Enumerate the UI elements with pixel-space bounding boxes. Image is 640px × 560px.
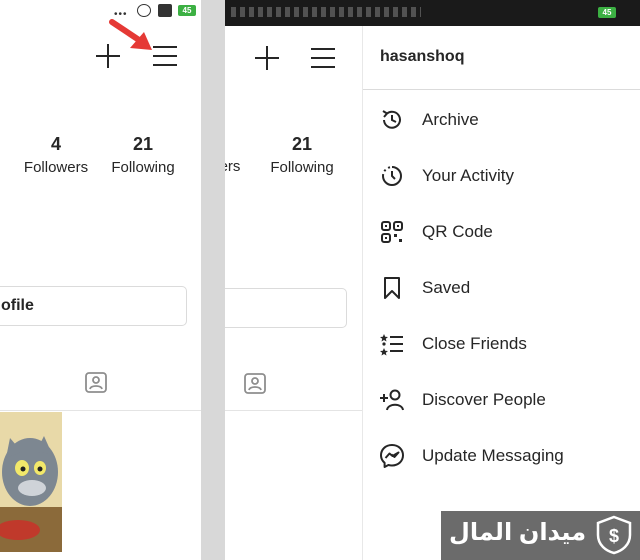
menu-item-label: Update Messaging	[422, 446, 564, 465]
status-icons	[231, 7, 421, 17]
menu-username: hasanshoq	[380, 48, 465, 65]
edit-profile-button[interactable]	[225, 288, 347, 328]
tab-divider	[0, 410, 201, 411]
menu-item-update-messaging[interactable]: Update Messaging	[363, 433, 640, 477]
messenger-icon	[380, 444, 404, 468]
followers-count: 4	[50, 134, 61, 154]
menu-item-close-friends[interactable]: Close Friends	[363, 321, 640, 365]
menu-item-label: Saved	[422, 278, 471, 297]
menu-item-discover-people[interactable]: Discover People	[363, 377, 640, 421]
followers-label: ers	[225, 158, 241, 175]
battery-icon: 45	[178, 5, 196, 16]
tagged-photos-icon[interactable]	[243, 371, 267, 395]
tagged-photos-icon[interactable]	[84, 370, 108, 394]
menu-item-label: Archive	[422, 110, 479, 129]
svg-text:$: $	[609, 526, 619, 546]
status-bar: 45	[225, 0, 640, 26]
menu-item-label: Discover People	[422, 390, 546, 409]
followers-stat[interactable]: ers	[225, 158, 255, 175]
menu-item-label: QR Code	[422, 222, 493, 241]
menu-item-archive[interactable]: Archive	[363, 97, 640, 141]
menu-item-label: Your Activity	[422, 166, 514, 185]
menu-item-qr-code[interactable]: QR Code	[363, 209, 640, 253]
left-screen: ••• 45 4 Followers 21 Following ofile	[0, 0, 201, 560]
watermark-text: ميدان المال	[449, 519, 587, 546]
following-label: Following	[270, 159, 334, 176]
close-friends-icon	[380, 334, 403, 356]
bookmark-icon	[384, 277, 400, 299]
activity-icon	[382, 166, 402, 186]
tab-divider	[225, 410, 362, 411]
menu-item-your-activity[interactable]: Your Activity	[363, 153, 640, 197]
discover-people-icon	[380, 389, 404, 411]
battery-icon: 45	[598, 7, 616, 18]
watermark: ميدان المال $	[441, 511, 640, 560]
split-divider	[201, 0, 225, 560]
cartoon-cat-image	[0, 412, 62, 552]
watermark-logo-icon: $	[596, 515, 632, 555]
post-thumbnail[interactable]	[0, 412, 62, 552]
menu-button[interactable]	[153, 46, 177, 66]
menu-button[interactable]	[311, 48, 335, 68]
menu-item-label: Close Friends	[422, 334, 527, 353]
followers-stat[interactable]: 4 Followers	[16, 134, 96, 176]
following-count: 21	[132, 134, 154, 154]
arrow-pointer-icon	[109, 19, 152, 50]
alarm-icon	[137, 4, 151, 17]
edit-profile-label: ofile	[1, 297, 34, 314]
following-label: Following	[111, 159, 175, 176]
followers-label: Followers	[23, 159, 89, 176]
menu-divider	[363, 89, 640, 90]
following-stat[interactable]: 21 Following	[261, 134, 343, 176]
new-post-button[interactable]	[255, 46, 279, 70]
archive-icon	[382, 110, 401, 129]
menu-item-saved[interactable]: Saved	[363, 265, 640, 309]
following-stat[interactable]: 21 Following	[102, 134, 184, 176]
edit-profile-button[interactable]: ofile	[0, 286, 187, 326]
following-count: 21	[291, 134, 313, 154]
right-screen: 45 ers 21 Following hasanshoq Archive	[225, 0, 640, 560]
side-menu: hasanshoq Archive Your Activity QR Code …	[362, 26, 640, 560]
image-icon	[158, 4, 172, 17]
status-bar: ••• 45	[0, 0, 201, 22]
qr-code-icon	[381, 221, 403, 243]
